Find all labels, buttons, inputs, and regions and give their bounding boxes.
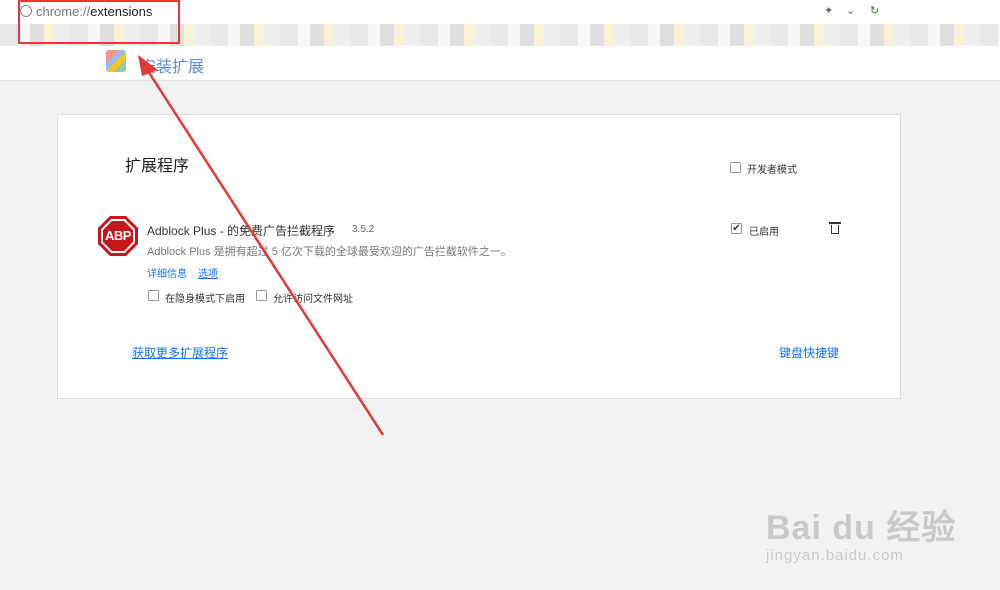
extensions-card: 扩展程序 开发者模式 ABP Adblock Plus - 的免费广告拦截程序 … [57, 114, 901, 399]
developer-mode-label: 开发者模式 [747, 165, 797, 176]
developer-mode-checkbox[interactable] [730, 162, 741, 173]
file-access-checkbox[interactable] [256, 290, 267, 301]
watermark-main: Bai du 经验 [766, 509, 957, 547]
enabled-checkbox[interactable]: ✔ [731, 223, 742, 234]
baidu-watermark: Bai du 经验 jingyan.baidu.com [766, 500, 956, 564]
options-link[interactable]: 选项 [198, 265, 218, 280]
file-access-label: 允许访问文件网址 [273, 294, 353, 305]
page-title: 扩展程序 [125, 158, 190, 175]
get-more-extensions-link[interactable]: 获取更多扩展程序 [132, 344, 228, 361]
enabled-label: 已启用 [749, 227, 779, 238]
trash-icon[interactable] [829, 221, 841, 235]
chevron-down-icon[interactable]: ⌄ [846, 4, 855, 17]
abp-icon-text: ABP [105, 228, 131, 243]
incognito-checkbox[interactable] [148, 290, 159, 301]
watermark-sub: jingyan.baidu.com [766, 547, 904, 564]
keyboard-shortcuts-link[interactable]: 键盘快捷键 [779, 344, 839, 361]
extension-description: Adblock Plus 是拥有超过 5 亿次下载的全球最受欢迎的广告拦截软件之… [147, 246, 512, 258]
annotation-highlight-box [18, 0, 180, 44]
incognito-label: 在隐身模式下启用 [165, 294, 245, 305]
extension-version: 3.5.2 [352, 224, 375, 235]
refresh-icon[interactable]: ↻ [870, 4, 879, 17]
page-header: 安装扩展 [0, 46, 1000, 81]
details-link[interactable]: 详细信息 [147, 265, 187, 280]
extension-name: Adblock Plus - 的免费广告拦截程序 [147, 224, 336, 238]
adblock-plus-icon: ABP [98, 216, 138, 256]
extensions-logo-icon [106, 50, 126, 72]
bookmark-icon[interactable]: ✦ [824, 4, 833, 17]
header-title[interactable]: 安装扩展 [140, 53, 204, 77]
